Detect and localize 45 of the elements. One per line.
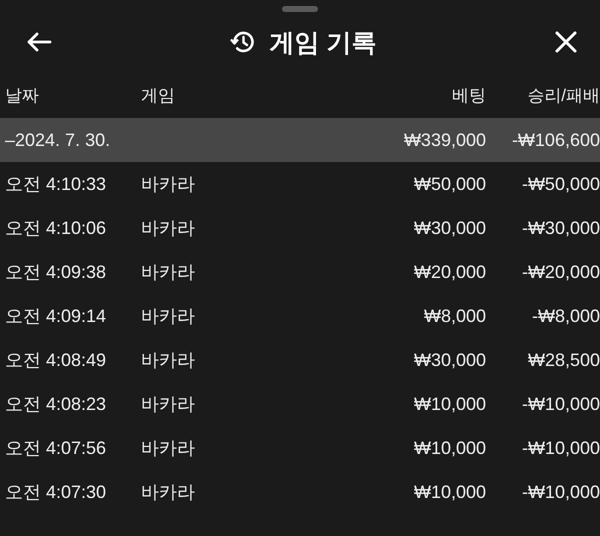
table-cell-text: ₩8,000: [422, 306, 486, 326]
column-header: 승리/패배: [526, 84, 600, 106]
table-cell-text: 바카라: [141, 481, 196, 504]
date-group-row[interactable]: –2024. 7. 30. ₩339,000 -₩106,600: [0, 118, 600, 162]
table-cell-text: ₩30,000: [412, 350, 486, 370]
table-cell-text: 바카라: [141, 305, 196, 328]
table-cell-text: 바카라: [141, 393, 196, 416]
table-cell-text: 오전 4:07:30: [5, 481, 108, 504]
column-header: 게임: [141, 84, 176, 106]
table-cell-text: 바카라: [141, 217, 196, 240]
table-cell-text: 바카라: [141, 437, 196, 460]
table-cell-text: -₩10,000: [520, 438, 600, 458]
table-cell-text: ₩30,000: [412, 218, 486, 238]
group-result-total: -₩106,600: [510, 130, 600, 150]
table-cell-text: -₩10,000: [520, 394, 600, 414]
table-cell-text: 오전 4:09:14: [5, 305, 108, 328]
table-cell-text: 오전 4:08:23: [5, 393, 108, 416]
history-icon: [230, 29, 256, 55]
table-cell-text: 바카라: [141, 173, 196, 196]
table-cell-text: 오전 4:09:38: [5, 261, 108, 284]
table-cell-text: 바카라: [141, 261, 196, 284]
table-cell-text: -₩50,000: [520, 174, 600, 194]
table-cell-text: 바카라: [141, 349, 196, 372]
column-header: 날짜: [5, 84, 40, 106]
window-title: 게임 기록: [270, 28, 376, 58]
group-bet-total: ₩339,000: [402, 130, 486, 150]
table-cell-text: -₩30,000: [520, 218, 600, 238]
table-cell-text: ₩10,000: [412, 482, 486, 502]
table-cell-text: -₩10,000: [520, 482, 600, 502]
column-header: 베팅: [451, 84, 486, 106]
table-cell-text: 오전 4:10:33: [5, 173, 108, 196]
table-cell-text: 오전 4:07:56: [5, 437, 108, 460]
table-cell-text: 오전 4:10:06: [5, 217, 108, 240]
back-arrow-icon: [26, 31, 52, 53]
table-cell-text: 오전 4:08:49: [5, 349, 108, 372]
close-icon: [554, 30, 578, 54]
group-date: –2024. 7. 30.: [5, 130, 112, 150]
table-cell-text: -₩8,000: [530, 306, 600, 326]
table-cell-text: ₩50,000: [412, 174, 486, 194]
table-cell-text: ₩10,000: [412, 438, 486, 458]
table-cell-text: ₩28,500: [526, 350, 600, 370]
table-cell-text: ₩20,000: [412, 262, 486, 282]
table-cell-text: -₩20,000: [520, 262, 600, 282]
table-cell-text: ₩10,000: [412, 394, 486, 414]
drag-handle[interactable]: [282, 6, 318, 12]
